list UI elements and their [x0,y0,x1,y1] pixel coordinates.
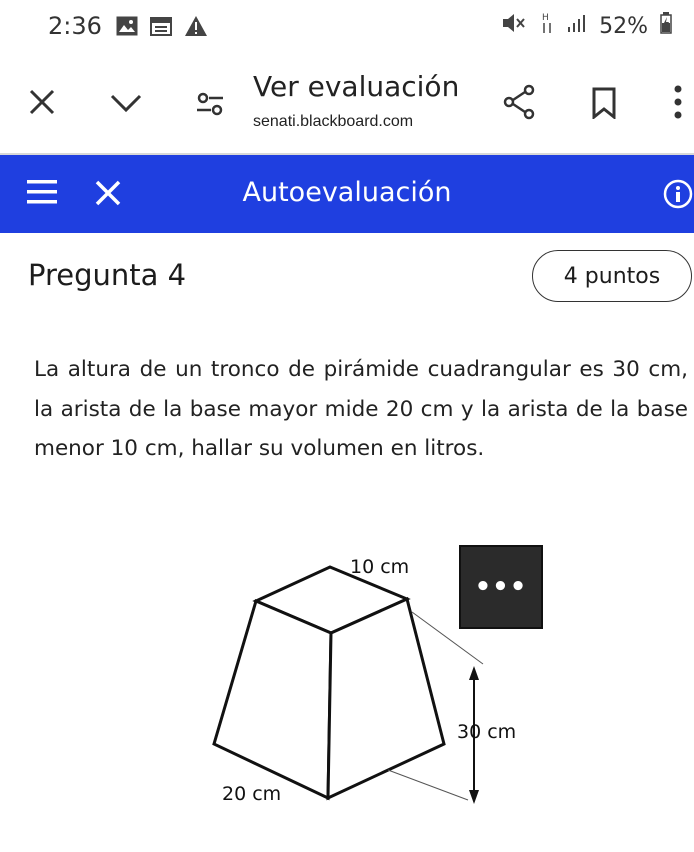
height-label: 30 cm [457,721,516,743]
question-text: La altura de un tronco de pirámide cuadr… [34,357,688,461]
close-icon [29,89,55,115]
frustum-right-face [326,596,446,801]
more-vertical-icon [674,85,682,119]
svg-text:H: H [542,13,549,23]
close-tab-button[interactable] [26,86,58,118]
data-transfer-icon: H [539,11,555,41]
image-options-button[interactable]: ••• [459,545,543,629]
share-button[interactable] [502,84,536,120]
page-title: Ver evaluación [253,70,460,103]
warning-icon [184,15,208,37]
height-arrow-head-up [469,666,479,680]
bottom-edge-label: 20 cm [222,783,281,805]
battery-text: 52% [599,13,648,39]
info-button[interactable] [663,179,693,209]
share-icon [503,84,535,120]
points-badge: 4 puntos [532,250,692,302]
info-icon [663,179,693,209]
page-title-block[interactable]: Ver evaluación senati.blackboard.com [253,70,459,131]
bookmark-button[interactable] [590,86,618,120]
status-right-group: H 52% [501,11,672,41]
page-settings-button[interactable] [194,88,226,120]
chevron-down-icon [110,94,142,113]
status-bar: 2:36 H 52% [0,0,694,52]
tune-icon [197,92,223,116]
collapse-button[interactable] [108,90,144,116]
gallery-icon [116,16,138,36]
top-edge-label: 10 cm [350,556,409,578]
page-url: senati.blackboard.com [253,113,414,130]
battery-icon [660,12,672,40]
assessment-header: Autoevaluación [0,153,694,233]
signal-icon [567,13,587,39]
assessment-title: Autoevaluación [242,177,452,208]
calendar-icon [149,16,172,36]
height-arrow-head-down [469,790,479,804]
frustum-left-face [212,598,333,801]
mute-icon [501,12,527,40]
browser-toolbar: Ver evaluación senati.blackboard.com [0,52,694,152]
bookmark-icon [592,87,616,119]
more-options-button[interactable] [670,82,686,122]
question-title: Pregunta 4 [28,258,187,292]
dim-guide-bottom [387,769,469,801]
status-time: 2:36 [48,12,102,40]
